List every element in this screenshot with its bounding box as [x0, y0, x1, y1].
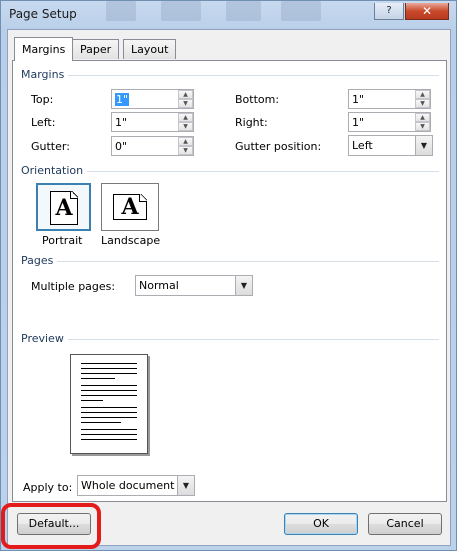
background-blur — [161, 1, 201, 21]
preview-line — [81, 422, 121, 423]
preview-line — [81, 412, 137, 413]
right-margin-spinner[interactable]: 1" ▲ ▼ — [348, 112, 431, 132]
bottom-label: Bottom: — [235, 93, 280, 106]
gutter-arrows: ▲ ▼ — [178, 137, 193, 155]
cancel-button-label: Cancel — [386, 517, 424, 530]
tab-layout-label: Layout — [131, 43, 169, 56]
preview-line — [81, 378, 115, 379]
top-margin-arrows: ▲ ▼ — [178, 90, 193, 108]
page-fold-icon — [139, 194, 147, 202]
right-margin-value[interactable]: 1" — [352, 116, 364, 129]
close-icon: ✕ — [421, 4, 433, 18]
tab-margins-label: Margins — [22, 43, 66, 56]
pages-divider — [21, 261, 439, 262]
preview-line — [81, 400, 103, 401]
preview-divider — [21, 339, 439, 340]
preview-line — [81, 390, 137, 391]
window-title: Page Setup — [9, 7, 77, 21]
landscape-glyph: A — [121, 194, 139, 220]
title-bar[interactable]: Page Setup ? ✕ — [1, 1, 456, 29]
multiple-pages-value: Normal — [139, 279, 179, 292]
left-margin-arrows: ▲ ▼ — [178, 113, 193, 131]
gutter-position-label: Gutter position: — [235, 140, 322, 153]
tab-paper[interactable]: Paper — [72, 39, 120, 59]
chevron-down-icon[interactable]: ▼ — [235, 276, 252, 295]
preview-line — [81, 363, 137, 364]
landscape-label[interactable]: Landscape — [101, 234, 160, 247]
apply-to-select[interactable]: Whole document ▼ — [77, 475, 195, 496]
right-margin-arrows: ▲ ▼ — [415, 113, 430, 131]
gutter-label: Gutter: — [31, 140, 70, 153]
gutter-position-value: Left — [352, 139, 373, 152]
preview-line — [81, 434, 137, 435]
ok-button[interactable]: OK — [284, 513, 358, 535]
portrait-label[interactable]: Portrait — [42, 234, 82, 247]
orientation-section-label: Orientation — [21, 164, 88, 177]
portrait-button[interactable]: A — [36, 183, 91, 231]
bottom-margin-value[interactable]: 1" — [352, 93, 364, 106]
right-label: Right: — [235, 116, 268, 129]
help-icon: ? — [386, 5, 392, 16]
page-fold-icon — [70, 191, 78, 199]
default-button-highlight-annotation — [1, 503, 101, 549]
preview-section-label: Preview — [21, 332, 68, 345]
spin-down-icon[interactable]: ▼ — [415, 99, 430, 108]
bottom-margin-arrows: ▲ ▼ — [415, 90, 430, 108]
portrait-page-icon: A — [50, 191, 78, 225]
preview-line — [81, 407, 137, 408]
apply-to-value: Whole document — [81, 479, 175, 492]
left-label: Left: — [31, 116, 56, 129]
background-blur — [106, 1, 136, 21]
multiple-pages-label: Multiple pages: — [31, 280, 116, 293]
spin-down-icon[interactable]: ▼ — [415, 122, 430, 131]
tab-layout[interactable]: Layout — [123, 39, 177, 59]
spin-up-icon[interactable]: ▲ — [178, 90, 193, 99]
spin-up-icon[interactable]: ▲ — [415, 113, 430, 122]
apply-to-label: Apply to: — [23, 481, 73, 494]
preview-line — [81, 368, 137, 369]
pages-section-label: Pages — [21, 254, 58, 267]
spin-up-icon[interactable]: ▲ — [178, 113, 193, 122]
ok-button-label: OK — [313, 517, 329, 530]
spin-down-icon[interactable]: ▼ — [178, 122, 193, 131]
background-blur — [226, 1, 261, 21]
margins-tab-panel: Margins Top: 1" ▲ ▼ Bottom: 1" ▲ ▼ Left:… — [12, 60, 447, 502]
close-button[interactable]: ✕ — [405, 3, 449, 20]
chevron-down-icon[interactable]: ▼ — [415, 136, 432, 155]
top-margin-value[interactable]: 1" — [115, 93, 130, 106]
margins-section-label: Margins — [21, 68, 69, 81]
spin-up-icon[interactable]: ▲ — [415, 90, 430, 99]
preview-line — [81, 395, 137, 396]
spin-down-icon[interactable]: ▼ — [178, 99, 193, 108]
tab-paper-label: Paper — [80, 43, 112, 56]
top-margin-spinner[interactable]: 1" ▲ ▼ — [111, 89, 194, 109]
preview-page — [70, 354, 148, 454]
background-blur — [281, 1, 321, 21]
bottom-margin-spinner[interactable]: 1" ▲ ▼ — [348, 89, 431, 109]
preview-line — [81, 417, 137, 418]
preview-line — [81, 429, 137, 430]
spin-up-icon[interactable]: ▲ — [178, 137, 193, 146]
landscape-button[interactable]: A — [101, 183, 159, 231]
tab-margins[interactable]: Margins — [14, 37, 74, 61]
help-button[interactable]: ? — [374, 3, 404, 20]
preview-line — [81, 373, 137, 374]
page-setup-dialog: Page Setup ? ✕ Margins Paper Layout Marg… — [0, 0, 457, 551]
cancel-button[interactable]: Cancel — [368, 513, 442, 535]
top-label: Top: — [31, 93, 54, 106]
margins-divider — [21, 75, 439, 76]
spin-down-icon[interactable]: ▼ — [178, 146, 193, 155]
gutter-position-select[interactable]: Left ▼ — [348, 135, 433, 156]
preview-line — [81, 385, 137, 386]
gutter-spinner[interactable]: 0" ▲ ▼ — [111, 136, 194, 156]
landscape-page-icon: A — [113, 194, 147, 220]
multiple-pages-select[interactable]: Normal ▼ — [135, 275, 253, 296]
dialog-body: Margins Paper Layout Margins Top: 1" ▲ ▼… — [7, 29, 451, 546]
gutter-value[interactable]: 0" — [115, 140, 127, 153]
left-margin-value[interactable]: 1" — [115, 116, 127, 129]
chevron-down-icon[interactable]: ▼ — [177, 476, 194, 495]
preview-line — [81, 439, 137, 440]
left-margin-spinner[interactable]: 1" ▲ ▼ — [111, 112, 194, 132]
